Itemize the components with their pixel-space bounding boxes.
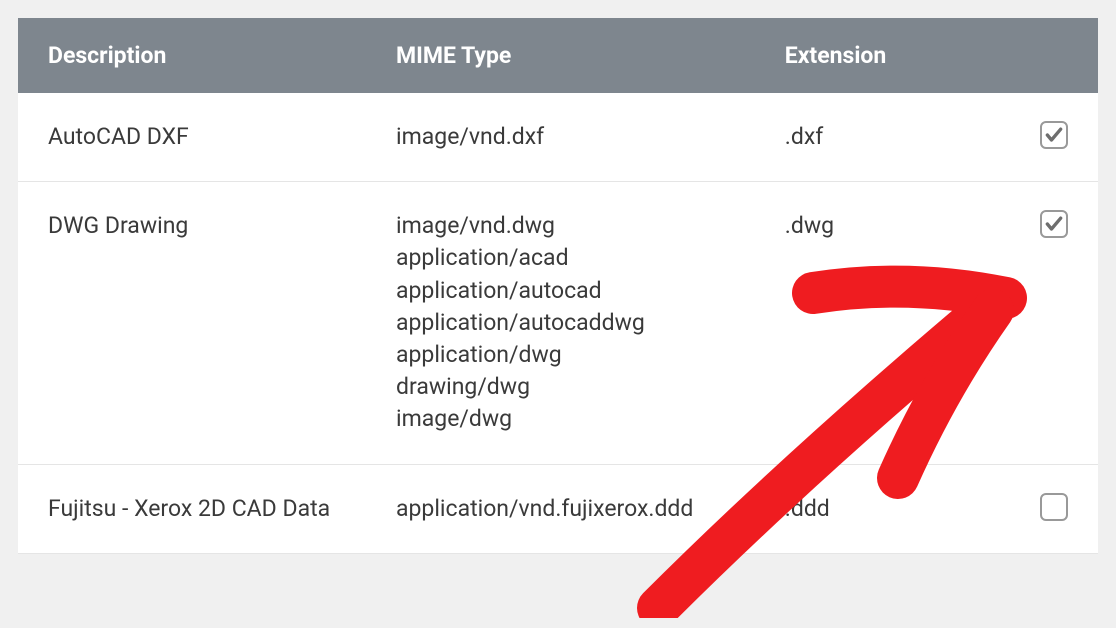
cell-extension: .dxf: [785, 121, 1001, 153]
mime-value: application/vnd.fujixerox.ddd: [396, 493, 775, 525]
mime-type-table: Description MIME Type Extension AutoCAD …: [18, 18, 1098, 554]
mime-value: application/autocaddwg: [396, 307, 775, 339]
cell-mime-list: image/vnd.dxf: [396, 121, 785, 153]
cell-mime-list: image/vnd.dwg application/acad applicati…: [396, 210, 785, 435]
check-icon: [1044, 125, 1064, 145]
cell-description: DWG Drawing: [18, 210, 396, 435]
table-row: DWG Drawing image/vnd.dwg application/ac…: [18, 182, 1098, 464]
header-extension: Extension: [785, 42, 1001, 69]
cell-extension: .ddd: [785, 493, 1001, 525]
table-row: AutoCAD DXF image/vnd.dxf .dxf: [18, 93, 1098, 182]
header-mime-type: MIME Type: [396, 42, 785, 69]
cell-description: Fujitsu - Xerox 2D CAD Data: [18, 493, 396, 525]
mime-value: image/dwg: [396, 403, 775, 435]
row-checkbox[interactable]: [1040, 493, 1068, 521]
table-row: Fujitsu - Xerox 2D CAD Data application/…: [18, 465, 1098, 554]
mime-value: image/vnd.dxf: [396, 121, 775, 153]
table-header-row: Description MIME Type Extension: [18, 18, 1098, 93]
row-checkbox[interactable]: [1040, 210, 1068, 238]
mime-value: application/dwg: [396, 339, 775, 371]
mime-value: image/vnd.dwg: [396, 210, 775, 242]
mime-value: drawing/dwg: [396, 371, 775, 403]
header-checkbox-col: [1001, 42, 1098, 69]
header-description: Description: [18, 42, 396, 69]
row-checkbox[interactable]: [1040, 121, 1068, 149]
cell-mime-list: application/vnd.fujixerox.ddd: [396, 493, 785, 525]
mime-value: application/acad: [396, 242, 775, 274]
check-icon: [1044, 214, 1064, 234]
cell-extension: .dwg: [785, 210, 1001, 435]
mime-value: application/autocad: [396, 275, 775, 307]
cell-description: AutoCAD DXF: [18, 121, 396, 153]
